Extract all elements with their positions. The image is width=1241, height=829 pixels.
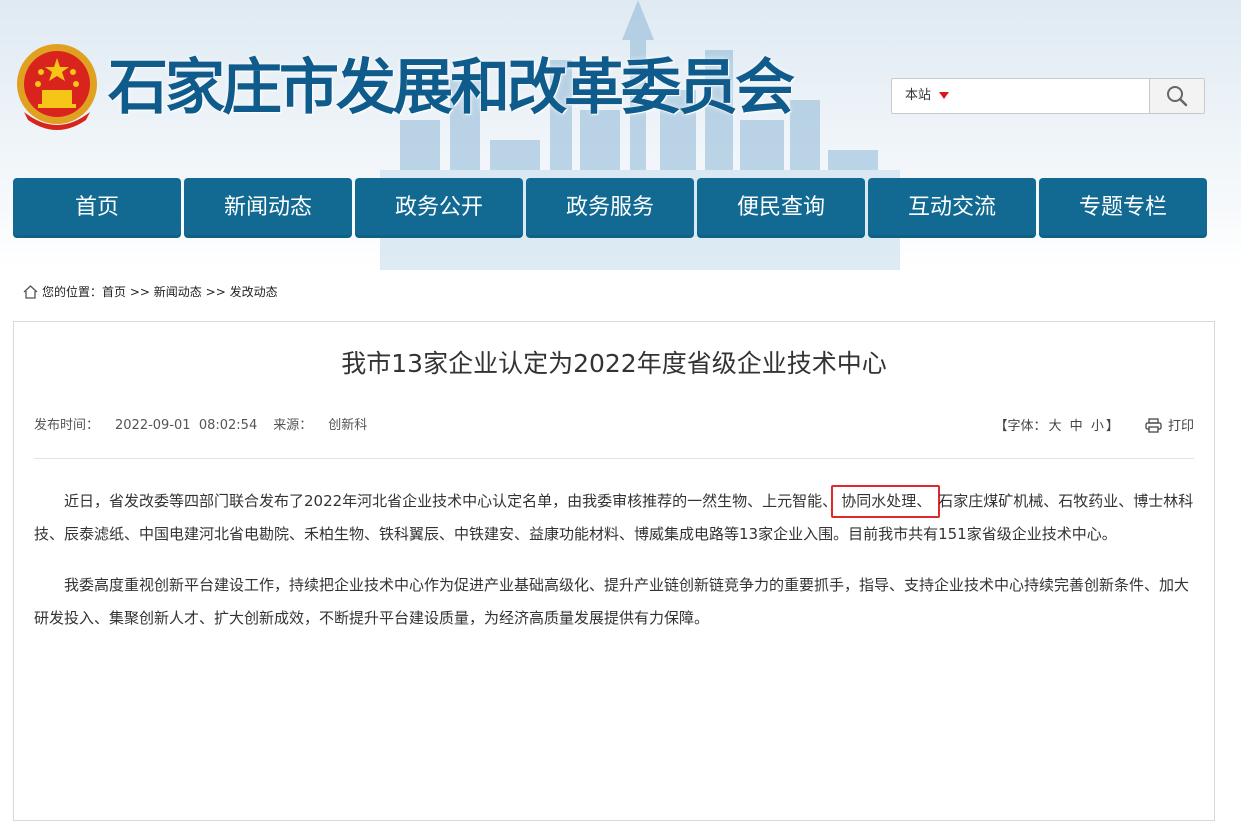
font-size-medium-button[interactable]: 中 — [1070, 419, 1083, 434]
breadcrumb-link-development-news[interactable]: 发改动态 — [230, 285, 278, 299]
print-button[interactable]: 打印 — [1145, 418, 1194, 434]
font-size-small-button[interactable]: 小 — [1091, 419, 1104, 434]
meta-divider — [34, 458, 1194, 459]
breadcrumb-separator: >> — [129, 285, 150, 299]
article-paragraph: 我委高度重视创新平台建设工作，持续把企业技术中心作为促进产业基础高级化、提升产业… — [34, 576, 1190, 627]
publish-time-label: 发布时间： — [34, 418, 100, 433]
article-title: 我市13家企业认定为2022年度省级企业技术中心 — [341, 349, 887, 378]
search-scope-dropdown[interactable]: 本站 — [892, 79, 950, 113]
publish-time: 发布时间： 2022-09-01 08:02:54 — [34, 418, 257, 433]
article-meta: 发布时间： 2022-09-01 08:02:54 来源： 创新科 — [34, 417, 367, 435]
nav-item-home[interactable]: 首页 — [13, 178, 181, 238]
nav-item-news[interactable]: 新闻动态 — [184, 178, 352, 238]
article-tools: 【字体：大 中 小】 打印 — [994, 418, 1194, 436]
nav-item-government-services[interactable]: 政务服务 — [526, 178, 694, 238]
nav-item-public-inquiry[interactable]: 便民查询 — [697, 178, 865, 238]
article-paragraph: 近日，省发改委等四部门联合发布了2022年河北省企业技术中心认定名单，由我委审核… — [34, 485, 1194, 551]
breadcrumb-prefix: 您的位置： — [42, 285, 103, 299]
breadcrumb-separator: >> — [205, 285, 226, 299]
site-title: 石家庄市发展和改革委员会 — [108, 53, 795, 123]
search-button[interactable] — [1149, 79, 1204, 113]
main-nav: 首页 新闻动态 政务公开 政务服务 便民查询 互动交流 专题专栏 — [13, 178, 1207, 238]
search-box: 本站 — [891, 78, 1205, 114]
caret-down-icon — [939, 92, 950, 99]
breadcrumb-link-news[interactable]: 新闻动态 — [154, 285, 202, 299]
search-input[interactable] — [964, 80, 1148, 114]
printer-icon — [1145, 418, 1162, 433]
highlighted-company: 协同水处理、 — [831, 485, 941, 518]
article-body: 近日，省发改委等四部门联合发布了2022年河北省企业技术中心认定名单，由我委审核… — [34, 485, 1194, 653]
breadcrumb: 您的位置：首页 >> 新闻动态 >> 发改动态 — [23, 282, 278, 302]
nav-item-government-affairs[interactable]: 政务公开 — [355, 178, 523, 238]
article-panel: 我市13家企业认定为2022年度省级企业技术中心 发布时间： 2022-09-01… — [13, 321, 1215, 821]
publish-time-value: 2022-09-01 08:02:54 — [115, 418, 258, 433]
home-icon — [23, 285, 38, 299]
breadcrumb-link-home[interactable]: 首页 — [102, 285, 126, 299]
source-label: 来源： — [273, 418, 313, 433]
nav-item-special-topics[interactable]: 专题专栏 — [1039, 178, 1207, 238]
article-source: 来源： 创新科 — [273, 418, 367, 433]
search-scope-label: 本站 — [905, 88, 932, 103]
paragraph-text: 近日，省发改委等四部门联合发布了2022年河北省企业技术中心认定名单，由我委审核… — [64, 492, 838, 510]
nav-item-interaction[interactable]: 互动交流 — [868, 178, 1036, 238]
national-emblem-icon — [17, 44, 97, 130]
print-label: 打印 — [1167, 419, 1194, 434]
source-value: 创新科 — [328, 418, 368, 433]
search-icon — [1167, 86, 1188, 107]
font-size-suffix: 】 — [1105, 419, 1119, 434]
font-size-prefix: 【字体： — [994, 419, 1047, 434]
font-size-large-button[interactable]: 大 — [1049, 419, 1062, 434]
